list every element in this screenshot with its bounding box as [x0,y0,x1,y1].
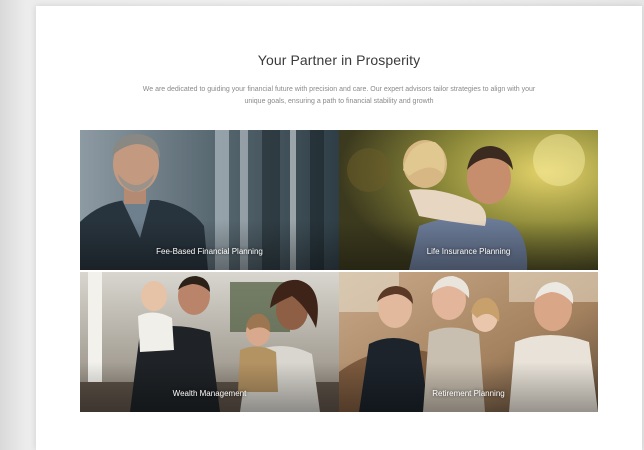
service-label: Fee-Based Financial Planning [156,247,263,256]
service-label: Retirement Planning [432,389,505,398]
section-title: Your Partner in Prosperity [257,52,421,68]
content-card: Your Partner in Prosperity We are dedica… [36,6,642,450]
tile-shade [339,220,598,270]
service-tile-fee-based-financial-planning[interactable]: Fee-Based Financial Planning [80,130,339,270]
service-tile-life-insurance-planning[interactable]: Life Insurance Planning [339,130,598,270]
service-label: Life Insurance Planning [426,247,511,256]
tile-shade [80,362,339,412]
service-tile-wealth-management[interactable]: Wealth Management [80,272,339,412]
tile-shade [339,362,598,412]
tile-shade [80,220,339,270]
section-intro: We are dedicated to guiding your financi… [142,86,536,105]
service-tile-retirement-planning[interactable]: Retirement Planning [339,272,598,412]
service-label: Wealth Management [172,389,247,398]
services-grid: Fee-Based Financial Planning Life Insura… [80,130,598,412]
